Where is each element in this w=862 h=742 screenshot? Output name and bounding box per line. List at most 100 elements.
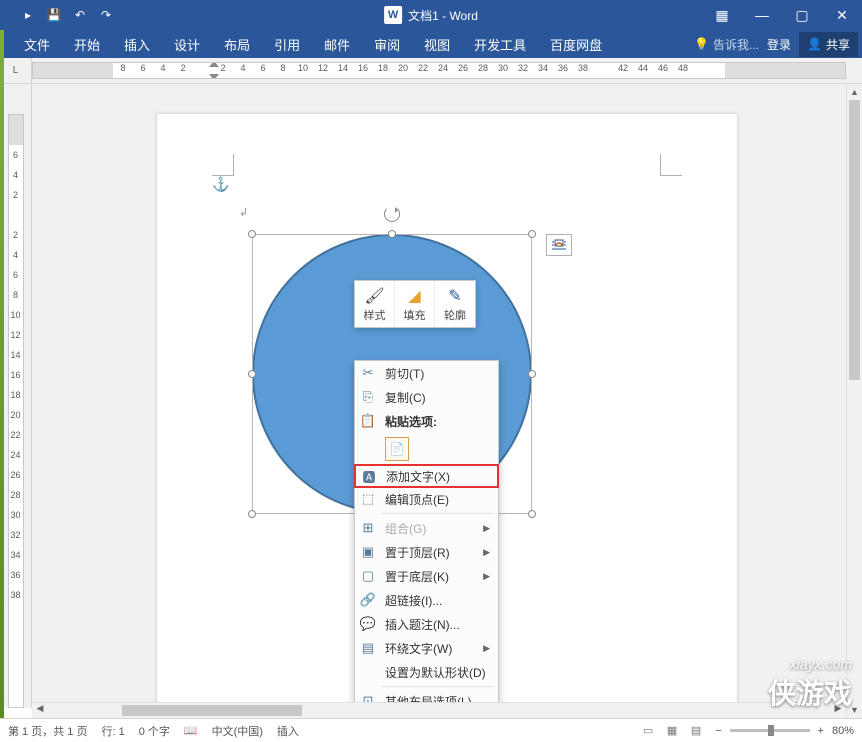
chevron-right-icon: ▶ xyxy=(483,571,490,582)
menu-add-text[interactable]: 🅰 添加文字(X) xyxy=(354,464,499,488)
status-line[interactable]: 行: 1 xyxy=(101,723,124,739)
menu-hyperlink[interactable]: 🔗 超链接(I)... xyxy=(355,588,498,612)
menu-separator xyxy=(381,513,494,514)
paste-option-picture[interactable]: 📄 xyxy=(385,437,409,461)
zoom-slider[interactable] xyxy=(730,729,810,732)
titlebar: ▸ 💾 ↶ ↷ W 文档1 - Word ▦ ― ▢ ✕ xyxy=(0,0,862,30)
maximize-button[interactable]: ▢ xyxy=(782,0,822,30)
tab-file[interactable]: 文件 xyxy=(12,30,62,58)
mini-fill-button[interactable]: ◢ 填充 xyxy=(395,281,435,327)
left-accent xyxy=(0,0,4,742)
layout-options-button[interactable] xyxy=(546,234,572,256)
tab-design[interactable]: 设计 xyxy=(162,30,212,58)
close-button[interactable]: ✕ xyxy=(822,0,862,30)
vertical-ruler[interactable]: 6422468101214161820222426283032343638 xyxy=(8,114,24,708)
print-layout-icon[interactable]: ▦ xyxy=(661,722,683,740)
add-text-icon: 🅰 xyxy=(360,467,378,486)
read-mode-icon[interactable]: ▭ xyxy=(637,722,659,740)
menu-insert-caption[interactable]: 💬 插入题注(N)... xyxy=(355,612,498,636)
context-menu: ✂ 剪切(T) ⎘ 复制(C) 📋 粘贴选项: 📄 🅰 添加文字(X) ⬚ 编辑… xyxy=(354,360,499,714)
save-icon[interactable]: 💾 xyxy=(46,7,62,23)
status-words[interactable]: 0 个字 xyxy=(139,723,170,739)
tab-developer[interactable]: 开发工具 xyxy=(462,30,538,58)
resize-handle-tr[interactable] xyxy=(528,230,536,238)
tab-layout[interactable]: 布局 xyxy=(212,30,262,58)
send-back-icon: ▢ xyxy=(359,568,377,584)
status-language[interactable]: 中文(中国) xyxy=(212,723,263,739)
minimize-button[interactable]: ― xyxy=(742,0,782,30)
word-app-icon: W xyxy=(384,6,402,24)
ruler-tick: 36 xyxy=(553,63,573,73)
zoom-in-button[interactable]: + xyxy=(818,725,824,737)
fill-icon: ◢ xyxy=(395,285,434,307)
vertical-scrollbar[interactable]: ▲ ▼ xyxy=(846,84,862,718)
ruler-tick: 38 xyxy=(573,63,593,73)
zoom-level[interactable]: 80% xyxy=(832,725,854,737)
v-scroll-thumb[interactable] xyxy=(849,100,860,380)
anchor-icon[interactable]: ⚓ xyxy=(212,176,229,193)
hanging-indent-marker[interactable] xyxy=(209,74,219,79)
tell-me-search[interactable]: 💡 告诉我... xyxy=(694,36,759,53)
horizontal-scrollbar[interactable]: ◀ ▶ xyxy=(32,702,846,718)
ruler-tick: 6 xyxy=(253,63,273,73)
status-page[interactable]: 第 1 页，共 1 页 xyxy=(8,723,87,739)
ruler-tick: 10 xyxy=(10,305,20,325)
tab-view[interactable]: 视图 xyxy=(412,30,462,58)
share-button[interactable]: 👤 共享 xyxy=(799,32,858,57)
tab-review[interactable]: 审阅 xyxy=(362,30,412,58)
undo-icon[interactable]: ↶ xyxy=(72,7,88,23)
ruler-tick: 26 xyxy=(453,63,473,73)
ruler-tick: 22 xyxy=(10,425,20,445)
tab-references[interactable]: 引用 xyxy=(262,30,312,58)
ruler-tick: 4 xyxy=(13,245,18,265)
ruler-tick: 24 xyxy=(10,445,20,465)
resize-handle-r[interactable] xyxy=(528,370,536,378)
resize-handle-tl[interactable] xyxy=(248,230,256,238)
resize-handle-l[interactable] xyxy=(248,370,256,378)
scroll-left-arrow[interactable]: ◀ xyxy=(32,703,48,714)
ruler-tick: 12 xyxy=(313,63,333,73)
ruler-tick: 2 xyxy=(13,225,18,245)
document-title: 文档1 - Word xyxy=(408,7,478,24)
paste-icon: 📋 xyxy=(359,413,377,429)
redo-icon[interactable]: ↷ xyxy=(98,7,114,23)
menu-edit-points[interactable]: ⬚ 编辑顶点(E) xyxy=(355,487,498,511)
menu-set-default[interactable]: 设置为默认形状(D) xyxy=(355,660,498,684)
ruler-tick: 30 xyxy=(10,505,20,525)
menu-copy[interactable]: ⎘ 复制(C) xyxy=(355,385,498,409)
menu-cut[interactable]: ✂ 剪切(T) xyxy=(355,361,498,385)
menu-wrap-text[interactable]: ▤ 环绕文字(W) ▶ xyxy=(355,636,498,660)
ruler-tick: 34 xyxy=(10,545,20,565)
tab-mailings[interactable]: 邮件 xyxy=(312,30,362,58)
web-layout-icon[interactable]: ▤ xyxy=(685,722,707,740)
tab-insert[interactable]: 插入 xyxy=(112,30,162,58)
rotate-handle[interactable] xyxy=(384,206,400,222)
tab-home[interactable]: 开始 xyxy=(62,30,112,58)
spellcheck-icon[interactable]: 📖 xyxy=(184,724,198,737)
ruler-corner[interactable]: L xyxy=(0,58,32,83)
resize-handle-br[interactable] xyxy=(528,510,536,518)
ruler-tick: 44 xyxy=(633,63,653,73)
resize-handle-bl[interactable] xyxy=(248,510,256,518)
horizontal-ruler[interactable]: 8642246810121416182022242628303234363842… xyxy=(32,62,846,79)
first-line-indent-marker[interactable] xyxy=(209,62,219,67)
ruler-tick: 16 xyxy=(353,63,373,73)
tab-baidu[interactable]: 百度网盘 xyxy=(538,30,614,58)
ribbon-tabs: 文件 开始 插入 设计 布局 引用 邮件 审阅 视图 开发工具 百度网盘 💡 告… xyxy=(0,30,862,58)
ribbon-options-icon[interactable]: ▦ xyxy=(702,0,742,30)
resize-handle-t[interactable] xyxy=(388,230,396,238)
zoom-out-button[interactable]: − xyxy=(715,725,721,737)
watermark: xiayx.com 侠游戏 xyxy=(768,656,852,712)
h-scroll-thumb[interactable] xyxy=(122,705,302,716)
menu-bring-front[interactable]: ▣ 置于顶层(R) ▶ xyxy=(355,540,498,564)
chevron-right-icon: ▶ xyxy=(483,547,490,558)
status-mode[interactable]: 插入 xyxy=(277,723,299,739)
window-title: W 文档1 - Word xyxy=(384,6,478,24)
login-link[interactable]: 登录 xyxy=(767,36,791,53)
menu-send-back[interactable]: ▢ 置于底层(K) ▶ xyxy=(355,564,498,588)
mini-style-button[interactable]: 🖌 样式 xyxy=(355,281,395,327)
ruler-tick: 14 xyxy=(333,63,353,73)
mini-outline-button[interactable]: ✎ 轮廓 xyxy=(435,281,475,327)
qat-customize-icon[interactable]: ▸ xyxy=(20,7,36,23)
scroll-up-arrow[interactable]: ▲ xyxy=(847,84,862,100)
